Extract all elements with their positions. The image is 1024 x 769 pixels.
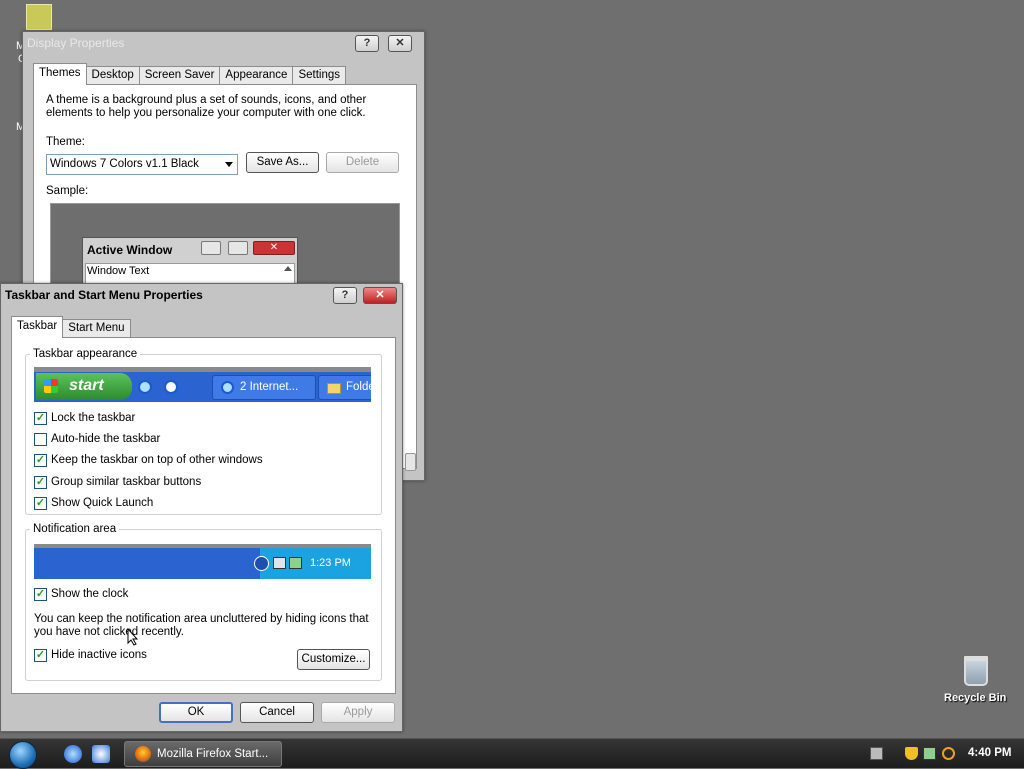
- delete-button[interactable]: Delete: [326, 152, 399, 173]
- taskbar-panel: Taskbar appearance start 2 Internet... F…: [11, 337, 396, 694]
- show-desktop-icon[interactable]: [92, 745, 110, 763]
- notification-preview: 1:23 PM: [34, 544, 371, 579]
- quick-launch-icon: [164, 380, 178, 394]
- firefox-icon: [135, 746, 151, 762]
- theme-select[interactable]: Windows 7 Colors v1.1 Black: [46, 154, 238, 175]
- security-shield-icon[interactable]: [905, 747, 918, 760]
- taskbar-button-firefox[interactable]: Mozilla Firefox Start...: [124, 741, 282, 767]
- option-label: Auto-hide the taskbar: [51, 433, 161, 445]
- taskbar-appearance-legend: Taskbar appearance: [30, 348, 141, 360]
- tab-desktop[interactable]: Desktop: [85, 66, 140, 85]
- folder-icon: [327, 383, 341, 394]
- tab-themes[interactable]: Themes: [33, 63, 87, 85]
- notification-time: 1:23 PM: [310, 557, 351, 569]
- preview-task-button: 2 Internet...: [212, 375, 316, 400]
- preview-task-label: 2 Internet...: [240, 381, 299, 393]
- theme-select-value: Windows 7 Colors v1.1 Black: [50, 158, 199, 170]
- close-icon: ✕: [253, 241, 295, 255]
- tab-screen-saver[interactable]: Screen Saver: [138, 66, 221, 85]
- taskbar-properties-tabs: Taskbar Start Menu: [11, 316, 131, 338]
- taskbar-clock[interactable]: 4:40 PM: [968, 747, 1011, 759]
- chevron-down-icon: [225, 162, 233, 167]
- save-as-button[interactable]: Save As...: [246, 152, 319, 173]
- recycle-bin-label: Recycle Bin: [944, 692, 1007, 704]
- tab-start-menu[interactable]: Start Menu: [62, 319, 131, 338]
- cancel-button[interactable]: Cancel: [240, 702, 314, 723]
- sample-window-text: Window Text: [87, 265, 150, 277]
- mouse-cursor-icon: [127, 628, 139, 646]
- windows-logo-icon: [44, 379, 58, 393]
- option-label: Show Quick Launch: [51, 497, 154, 509]
- minimize-icon: [201, 241, 221, 255]
- option-label: Hide inactive icons: [51, 649, 147, 661]
- start-label: start: [69, 377, 104, 394]
- keep-on-top-checkbox[interactable]: ✓: [34, 454, 47, 467]
- safely-remove-icon: [289, 557, 302, 569]
- start-button-preview: start: [36, 373, 132, 400]
- notification-description: You can keep the notification area unclu…: [34, 613, 369, 638]
- option-label: Group similar taskbar buttons: [51, 476, 202, 488]
- internet-explorer-icon[interactable]: [64, 745, 82, 763]
- display-properties-titlebar[interactable]: Display Properties ? ✕: [23, 32, 424, 56]
- tab-appearance[interactable]: Appearance: [219, 66, 294, 85]
- preview-folder-label: Folde: [346, 381, 371, 393]
- recycle-bin[interactable]: Recycle Bin: [944, 656, 1008, 704]
- search-icon[interactable]: [942, 747, 955, 760]
- ok-button[interactable]: OK: [159, 702, 233, 723]
- internet-explorer-icon: [138, 380, 152, 394]
- help-button[interactable]: ?: [355, 35, 379, 52]
- start-orb-button[interactable]: [9, 741, 37, 769]
- customize-button[interactable]: Customize...: [297, 649, 370, 670]
- close-button[interactable]: ✕: [363, 287, 397, 304]
- network-icon: [273, 557, 286, 569]
- hide-inactive-checkbox[interactable]: ✓: [34, 649, 47, 662]
- maximize-icon: [228, 241, 248, 255]
- taskbar-preview: start 2 Internet... Folde: [34, 367, 371, 402]
- internet-explorer-icon: [221, 381, 234, 394]
- notification-tray-preview: 1:23 PM: [254, 548, 371, 579]
- help-button[interactable]: ?: [333, 287, 357, 304]
- keyboard-icon[interactable]: [870, 747, 883, 760]
- window-title: Display Properties: [27, 36, 125, 50]
- notification-area-legend: Notification area: [30, 523, 120, 535]
- tab-settings[interactable]: Settings: [292, 66, 347, 85]
- display-properties-tabs: Themes Desktop Screen Saver Appearance S…: [33, 63, 347, 85]
- recycle-bin-icon: [964, 656, 988, 686]
- quick-launch-checkbox[interactable]: ✓: [34, 497, 47, 510]
- sample-label: Sample:: [46, 185, 89, 197]
- taskbar: Mozilla Firefox Start... 4:40 PM: [0, 738, 1024, 769]
- chevron-left-icon: [254, 556, 269, 571]
- window-title: Taskbar and Start Menu Properties: [5, 288, 203, 302]
- taskbar-properties-window: Taskbar and Start Menu Properties ? ✕ Ta…: [0, 283, 403, 732]
- taskbar-button-label: Mozilla Firefox Start...: [157, 748, 269, 760]
- apply-button[interactable]: Apply: [321, 702, 395, 723]
- taskbar-properties-titlebar[interactable]: Taskbar and Start Menu Properties ? ✕: [1, 284, 402, 308]
- close-button[interactable]: ✕: [388, 35, 412, 52]
- option-label: Keep the taskbar on top of other windows: [51, 454, 263, 466]
- scroll-up-icon: [284, 266, 292, 271]
- theme-label: Theme:: [46, 136, 85, 148]
- sample-window-title: Active Window: [87, 243, 173, 257]
- auto-hide-checkbox[interactable]: [34, 433, 47, 446]
- group-buttons-checkbox[interactable]: ✓: [34, 476, 47, 489]
- option-label: Show the clock: [51, 588, 129, 600]
- partially-hidden-button[interactable]: [405, 453, 416, 471]
- lock-taskbar-checkbox[interactable]: ✓: [34, 412, 47, 425]
- desktop-app-icon[interactable]: [26, 4, 52, 30]
- theme-description: A theme is a background plus a set of so…: [46, 94, 367, 119]
- show-clock-checkbox[interactable]: ✓: [34, 588, 47, 601]
- safely-remove-icon[interactable]: [923, 747, 936, 760]
- option-label: Lock the taskbar: [51, 412, 136, 424]
- tab-taskbar[interactable]: Taskbar: [11, 316, 64, 338]
- preview-folder-button: Folde: [318, 375, 371, 400]
